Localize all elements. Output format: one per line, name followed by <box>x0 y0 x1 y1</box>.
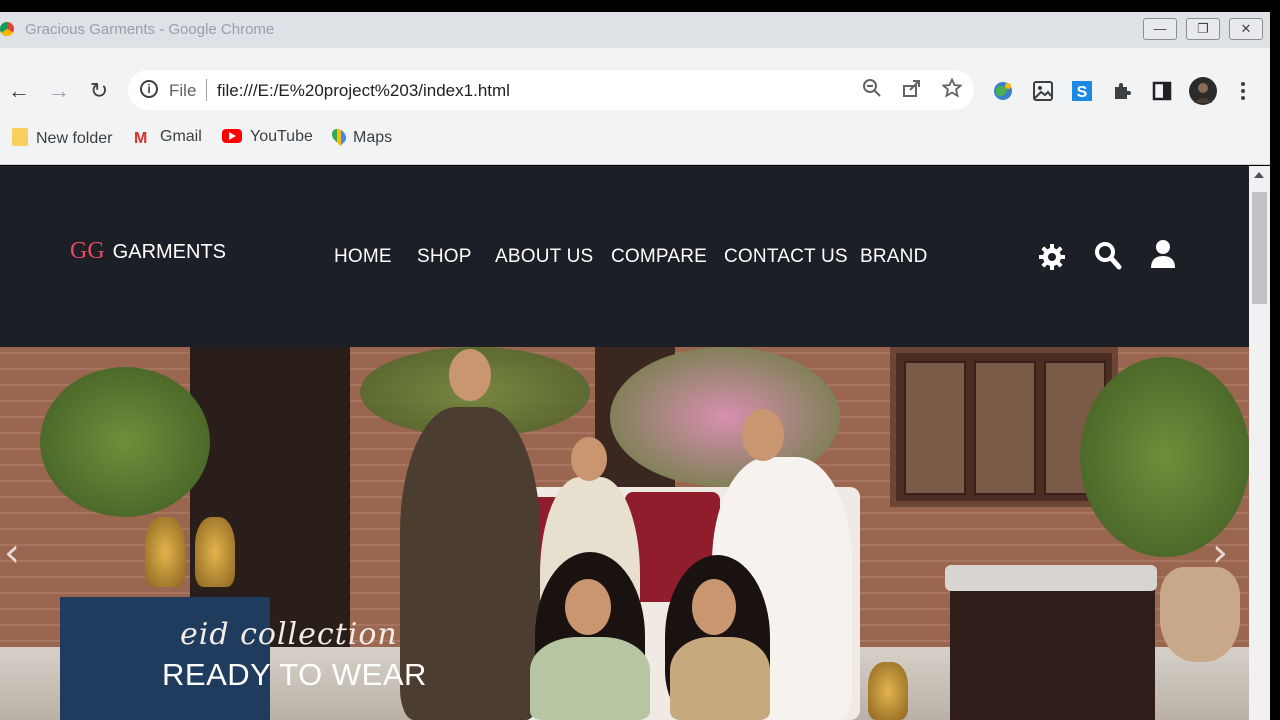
hero-plant-left <box>40 367 210 517</box>
nav-shop[interactable]: SHOP <box>417 246 472 268</box>
hero-planter <box>1160 567 1240 662</box>
nav-home[interactable]: HOME <box>334 246 392 268</box>
hero-model-head <box>565 579 611 635</box>
nav-brand[interactable]: BRAND <box>860 246 928 268</box>
url-scheme-label: File <box>169 81 197 100</box>
gmail-icon: M <box>134 130 148 147</box>
scroll-thumb[interactable] <box>1252 192 1267 304</box>
screen-right-edge <box>1270 12 1280 720</box>
settings-gear-icon[interactable] <box>1037 242 1067 277</box>
site-logo[interactable]: GG GARMENTS <box>70 238 226 265</box>
hero-carved-table <box>950 577 1155 720</box>
folder-icon <box>12 128 28 146</box>
close-window-button[interactable]: ✕ <box>1229 18 1263 40</box>
nav-compare[interactable]: COMPARE <box>611 246 707 268</box>
chrome-favicon-icon <box>0 22 14 36</box>
share-icon[interactable] <box>902 78 922 104</box>
hero-model-head <box>571 437 607 481</box>
maps-icon <box>329 126 349 146</box>
site-info-icon[interactable]: i <box>140 80 158 98</box>
hero-model-head <box>742 409 784 461</box>
bookmark-maps[interactable]: Maps <box>329 126 392 150</box>
hero-model-head <box>692 579 736 635</box>
screen-top-edge <box>0 0 1280 12</box>
search-icon[interactable] <box>1094 240 1122 275</box>
hero-headline: READY TO WEAR <box>162 657 427 692</box>
back-arrow-icon[interactable]: ← <box>6 78 32 104</box>
svg-text:S: S <box>1077 84 1088 101</box>
hero-plant-right <box>1080 357 1249 557</box>
youtube-icon <box>222 129 242 143</box>
browser-title-bar: Gracious Garments - Google Chrome — ❐ ✕ <box>0 12 1270 58</box>
bookmark-new-folder[interactable]: New folder <box>12 128 112 150</box>
extension-globe-icon[interactable] <box>992 80 1014 102</box>
hero-script-text: eid collection <box>180 617 398 652</box>
reload-icon[interactable]: ↻ <box>86 78 112 104</box>
hero-brass-urn <box>145 517 185 587</box>
extension-s-icon[interactable]: S <box>1071 80 1093 102</box>
hero-brass-urn <box>195 517 235 587</box>
hero-model-woman-gold <box>670 637 770 720</box>
side-panel-icon[interactable] <box>1151 80 1173 102</box>
url-text[interactable]: file:///E:/E%20project%203/index1.html <box>217 81 510 101</box>
bookmark-youtube[interactable]: YouTube <box>222 128 313 150</box>
omnibox-separator <box>206 79 207 101</box>
page-scrollbar[interactable] <box>1249 166 1270 720</box>
restore-button[interactable]: ❐ <box>1186 18 1220 40</box>
bookmark-gmail[interactable]: M Gmail <box>134 128 202 150</box>
logo-mark: GG <box>70 238 105 264</box>
address-bar[interactable]: i File file:///E:/E%20project%203/index1… <box>128 70 974 110</box>
nav-contact-us[interactable]: CONTACT US <box>724 246 848 268</box>
scroll-up-arrow-icon[interactable] <box>1254 172 1264 178</box>
extension-image-icon[interactable] <box>1032 80 1054 102</box>
chrome-menu-icon[interactable] <box>1232 80 1254 102</box>
minimize-button[interactable]: — <box>1143 18 1177 40</box>
bookmark-star-icon[interactable] <box>941 77 963 104</box>
hero-table-top <box>945 565 1157 591</box>
hero-model-woman-green <box>530 637 650 720</box>
carousel-prev-arrow[interactable]: ‹ <box>4 530 20 576</box>
logo-text: GARMENTS <box>112 241 227 263</box>
zoom-icon[interactable] <box>862 78 882 104</box>
forward-arrow-icon[interactable]: → <box>46 78 72 104</box>
user-icon[interactable] <box>1150 238 1176 275</box>
carousel-next-arrow[interactable]: › <box>1212 530 1228 576</box>
extensions-puzzle-icon[interactable] <box>1111 80 1133 102</box>
hero-brass-vase <box>868 662 908 720</box>
nav-about-us[interactable]: ABOUT US <box>495 246 593 268</box>
window-title: Gracious Garments - Google Chrome <box>25 21 275 38</box>
hero-model-head <box>449 349 491 401</box>
profile-avatar[interactable] <box>1189 77 1217 105</box>
